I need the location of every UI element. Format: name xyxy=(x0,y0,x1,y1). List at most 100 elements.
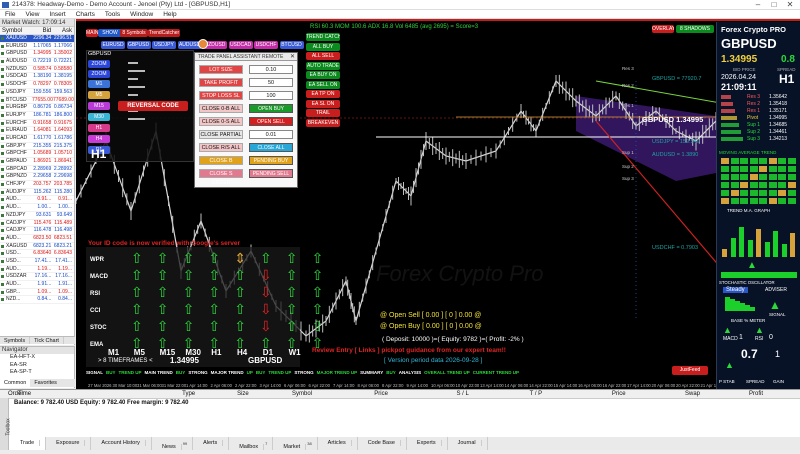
menu-item-file[interactable]: File xyxy=(0,10,20,19)
col-bid[interactable]: Bid xyxy=(33,27,54,34)
terminal-col-sl[interactable]: S / L xyxy=(452,390,525,398)
terminal-col-price[interactable]: Price xyxy=(370,390,452,398)
justfeed-button[interactable]: JustFeed xyxy=(672,366,708,375)
ea-button-5[interactable]: EA SELL ON xyxy=(306,80,340,89)
symbol-pill-usdcad[interactable]: USDCAD xyxy=(228,41,253,49)
market-watch-row[interactable]: NZD... 0.84... 0.84... xyxy=(0,296,74,305)
symbol-pill-gbpusd[interactable]: GBPUSD xyxy=(126,41,151,49)
mini-tf-m15[interactable]: M15 xyxy=(88,102,110,110)
trade-panel-input[interactable]: 0.01 xyxy=(249,130,293,139)
mini-tf-h4[interactable]: H4 xyxy=(88,135,110,143)
close-icon[interactable]: ✕ xyxy=(782,0,798,10)
symbol-pill-usdjpy[interactable]: USDJPY xyxy=(152,41,176,49)
tab-market[interactable]: Market38 xyxy=(273,437,318,450)
market-watch-row[interactable]: USDZAR 17.16... 17.16... xyxy=(0,273,74,281)
ea-button-8[interactable]: TRAIL xyxy=(306,109,340,117)
menu-item-window[interactable]: Window xyxy=(125,10,158,19)
top-button-0[interactable]: MAIN GUIDE xyxy=(86,29,98,37)
ea-button-7[interactable]: EA SL ON xyxy=(306,99,340,108)
tab-news[interactable]: News99 xyxy=(152,437,194,450)
market-watch-row[interactable]: EURCHF 0.91658 0.91675 xyxy=(0,120,74,128)
top-button-2[interactable]: 8 Symbols xyxy=(120,29,148,37)
trade-panel-action-button[interactable]: CLOSE ALL xyxy=(249,143,293,152)
terminal-col-tp[interactable]: T / P xyxy=(526,390,608,398)
tab-common[interactable]: Common xyxy=(0,379,31,387)
tab-experts[interactable]: Experts xyxy=(407,437,448,450)
market-watch-row[interactable]: USD... 17.41... 17.41... xyxy=(0,258,74,266)
tab-trade[interactable]: Trade xyxy=(10,437,47,450)
trade-panel-action-button[interactable]: PENDING BUY xyxy=(249,156,293,165)
tab-mailbox[interactable]: Mailbox7 xyxy=(229,437,274,450)
market-watch-row[interactable]: CADJPY 116.478 116.498 xyxy=(0,227,74,235)
market-watch-row[interactable]: EURGBP 0.86726 0.86734 xyxy=(0,104,74,112)
terminal-col-size[interactable]: Size xyxy=(233,390,288,398)
navigator-item[interactable]: EA-HFT-X xyxy=(0,354,74,362)
menu-item-charts[interactable]: Charts xyxy=(71,10,100,19)
market-watch-row[interactable]: AUD... 1.00... 1.00... xyxy=(0,204,74,212)
mini-tf-m5[interactable]: M5 xyxy=(88,91,110,99)
reversal-code-button[interactable]: REVERSAL CODE xyxy=(118,101,188,111)
market-watch-row[interactable]: USDJPY 159.556 159.563 xyxy=(0,89,74,97)
menu-item-insert[interactable]: Insert xyxy=(44,10,70,19)
trade-panel-input[interactable]: 0.10 xyxy=(249,65,293,74)
market-watch-row[interactable]: AUD... 1.19... 1.19... xyxy=(0,266,74,274)
market-watch-row[interactable]: GBPCAD 2.28969 2.28992 xyxy=(0,166,74,174)
navigator-item[interactable]: EA-SR xyxy=(0,362,74,370)
ea-button-9[interactable]: BREAKEVEN xyxy=(306,118,340,127)
top-button-1[interactable]: SHOW xyxy=(98,29,122,37)
minimize-icon[interactable]: – xyxy=(750,0,766,10)
menu-item-tools[interactable]: Tools xyxy=(100,10,125,19)
market-watch-row[interactable]: AUDUSD 0.72219 0.72221 xyxy=(0,58,74,66)
col-ask[interactable]: Ask xyxy=(53,27,74,34)
navigator-item[interactable]: EA-SP-T xyxy=(0,369,74,377)
settings-icon[interactable] xyxy=(198,39,208,49)
shadows-button[interactable]: 8 SHADOWS xyxy=(676,25,714,33)
terminal-col-time[interactable]: Time xyxy=(14,390,178,398)
market-watch-row[interactable]: NZDUSD 0.58574 0.58580 xyxy=(0,66,74,74)
trade-panel-input[interactable]: 50 xyxy=(249,78,293,87)
ea-button-1[interactable]: ALL BUY xyxy=(306,42,340,51)
zoom-button[interactable]: ZOOM xyxy=(88,70,110,78)
maximize-icon[interactable]: □ xyxy=(766,0,782,10)
symbol-pill-usdchf[interactable]: USDCHF xyxy=(254,41,278,49)
symbol-pill-eurusd[interactable]: EURUSD xyxy=(101,41,125,49)
market-watch-row[interactable]: GBPUSD 1.34995 1.35002 xyxy=(0,50,74,59)
zoom-button[interactable]: ZOOM xyxy=(88,60,110,68)
market-watch-row[interactable]: USDCHF 0.78297 0.78305 xyxy=(0,81,74,89)
tab-alerts[interactable]: Alerts xyxy=(193,437,230,450)
tab-journal[interactable]: Journal xyxy=(448,437,488,450)
market-watch-row[interactable]: AUD... 1.91... 1.91... xyxy=(0,281,74,289)
mini-tf-m30[interactable]: M30 xyxy=(88,113,110,121)
market-watch-row[interactable]: CADJPY 115.476 115.489 xyxy=(0,220,74,228)
close-icon[interactable]: ✕ xyxy=(290,53,295,61)
market-watch-row[interactable]: AUDJPY 115.262 115.280 xyxy=(0,189,74,197)
trade-panel-action-button[interactable]: OPEN SELL xyxy=(249,117,293,126)
terminal-col-swap[interactable]: Swap xyxy=(681,390,745,398)
tab-tick-chart[interactable]: Tick Chart xyxy=(30,337,64,344)
terminal-col-price[interactable]: Price xyxy=(608,390,681,398)
menu-item-view[interactable]: View xyxy=(20,10,44,19)
market-watch-row[interactable]: CHFJPY 203.757 203.785 xyxy=(0,181,74,189)
terminal-col-symbol[interactable]: Symbol xyxy=(288,390,370,398)
market-watch-row[interactable]: GBPAUD 1.86921 1.86941 xyxy=(0,158,74,166)
market-watch-row[interactable]: EURCAD 1.61770 1.61786 xyxy=(0,135,74,143)
market-watch-row[interactable]: GBPJPY 215.355 215.375 xyxy=(0,143,74,151)
ea-button-0[interactable]: TREND CATCHER xyxy=(306,33,340,41)
tab-favorites[interactable]: Favorites xyxy=(30,379,61,387)
ea-button-6[interactable]: EA TP ON xyxy=(306,90,340,98)
market-watch-row[interactable]: BTCUSD 77655.00 77689.00 xyxy=(0,97,74,105)
col-symbol[interactable]: Symbol xyxy=(0,27,33,34)
mini-tf-h1[interactable]: H1 xyxy=(88,124,110,132)
market-watch-row[interactable]: EURJPY 186.781 186.800 xyxy=(0,112,74,120)
tab-exposure[interactable]: Exposure xyxy=(46,437,92,450)
market-watch-row[interactable]: GBPCHF 1.05689 1.05710 xyxy=(0,150,74,158)
market-watch-row[interactable]: EURUSD 1.17065 1.17066 xyxy=(0,43,74,51)
tab-articles[interactable]: Articles xyxy=(318,437,358,450)
market-watch-row[interactable]: XAGUSD 6823.21 6823.21 xyxy=(0,243,74,251)
overlay-button[interactable]: OVERLAY xyxy=(652,25,674,33)
market-watch-row[interactable]: USDCAD 1.38190 1.38195 xyxy=(0,73,74,82)
market-watch-row[interactable]: AUD... 6823.50 6823.51 xyxy=(0,235,74,243)
trade-panel-action-button[interactable]: PENDING SELL xyxy=(249,169,293,178)
symbol-pill-btcusd[interactable]: BTCUSD xyxy=(279,41,304,49)
market-watch-row[interactable]: USD... 6.83640 6.83643 xyxy=(0,250,74,258)
